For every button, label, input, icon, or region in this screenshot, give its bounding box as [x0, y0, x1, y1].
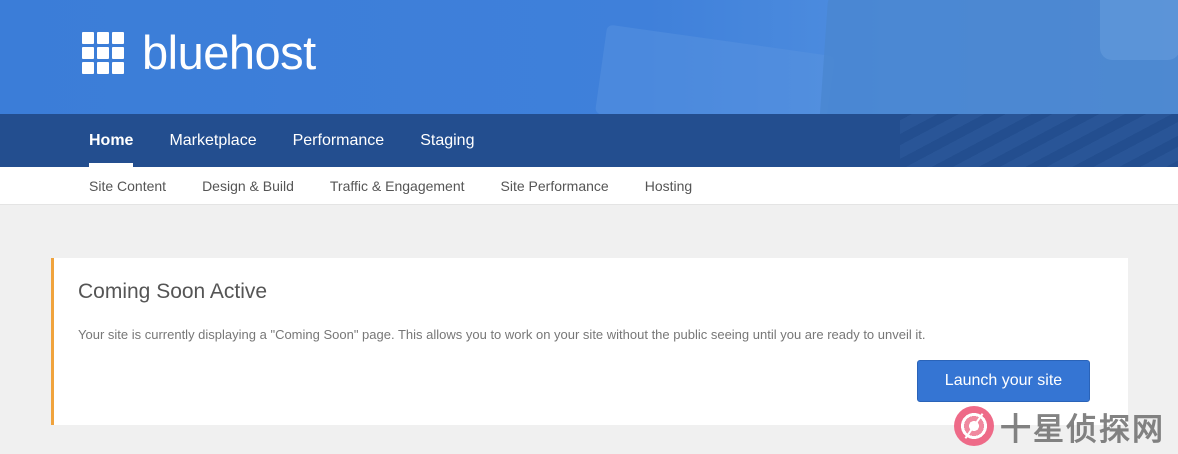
banner-decoration [1100, 0, 1178, 60]
grid-logo-icon [82, 32, 124, 74]
nav-item-performance[interactable]: Performance [293, 114, 385, 167]
nav-item-staging[interactable]: Staging [420, 114, 474, 167]
subnav-item-traffic-engagement[interactable]: Traffic & Engagement [330, 167, 465, 205]
coming-soon-card: Coming Soon Active Your site is currentl… [51, 258, 1128, 425]
bluehost-logo[interactable]: bluehost [82, 26, 316, 79]
subnav-item-site-performance[interactable]: Site Performance [501, 167, 609, 205]
watermark-text: 十星侦探网 [1000, 411, 1165, 448]
banner-decoration [594, 24, 836, 114]
card-title: Coming Soon Active [78, 280, 268, 303]
main-nav: Home Marketplace Performance Staging [0, 114, 1178, 167]
banner-keyboard-image [900, 114, 1178, 167]
subnav-item-design-build[interactable]: Design & Build [202, 167, 294, 205]
logo-text: bluehost [142, 26, 316, 79]
subnav-item-hosting[interactable]: Hosting [645, 167, 692, 205]
target-icon [954, 406, 994, 446]
card-description: Your site is currently displaying a "Com… [78, 327, 926, 342]
watermark: 十星侦探网 [954, 405, 1165, 448]
sub-nav: Site Content Design & Build Traffic & En… [0, 167, 1178, 205]
header-banner: bluehost [0, 0, 1178, 114]
launch-site-button[interactable]: Launch your site [917, 360, 1090, 402]
nav-item-home[interactable]: Home [89, 114, 134, 167]
subnav-item-site-content[interactable]: Site Content [89, 167, 166, 205]
nav-item-marketplace[interactable]: Marketplace [169, 114, 256, 167]
